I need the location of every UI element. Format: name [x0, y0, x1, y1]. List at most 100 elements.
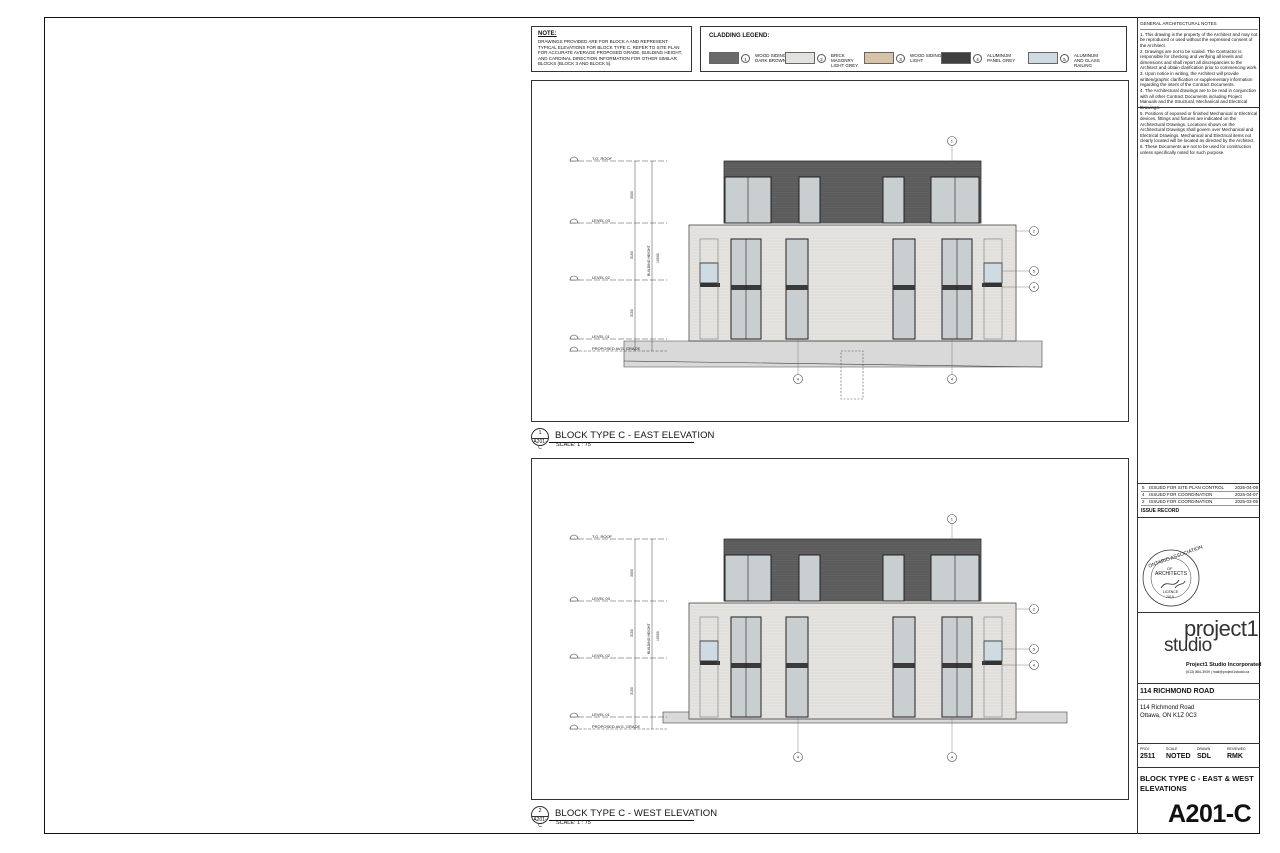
- cladding-tag-4: 4: [973, 54, 982, 63]
- firm-contact: (613) 884-3939 | mail@project1studio.ca: [1186, 670, 1250, 674]
- cladding-swatch-5: [1028, 52, 1058, 64]
- issue-record-title: ISSUE RECORD: [1141, 508, 1180, 514]
- scale-value: NOTED: [1166, 753, 1191, 760]
- view-1-title: BLOCK TYPE C - EAST ELEVATION: [555, 430, 715, 441]
- view-2-number: 2: [538, 808, 542, 814]
- stamp-org-bottom: ARCHITECTS: [1155, 571, 1187, 577]
- level-marker: [569, 218, 579, 224]
- issue-date: 2026-04-09: [1234, 485, 1258, 490]
- level-label: LEVEL 02: [592, 653, 611, 658]
- view-2-scale: SCALE: 1 : 75: [556, 820, 591, 826]
- note-box: NOTE: DRAWINGS PROVIDED ARE FOR BLOCK A …: [531, 26, 692, 72]
- level-marker: [569, 596, 579, 602]
- cladding-label-4: ALUMINUM PANEL GREY: [987, 53, 1016, 63]
- cladding-swatch-3: [864, 52, 894, 64]
- level-marker: [569, 712, 579, 718]
- dim-text: 3150: [630, 251, 634, 259]
- dim-text: 3000: [630, 191, 634, 199]
- grade-section: [623, 340, 1043, 368]
- general-note-item: 5. Positions of exposed or finished Mech…: [1140, 110, 1258, 144]
- drawn-value: SDL: [1197, 753, 1211, 760]
- cladding-tag-5: 5: [1060, 54, 1069, 63]
- view-2-title: BLOCK TYPE C - WEST ELEVATION: [555, 808, 718, 819]
- view-1-scale: SCALE: 1 : 75: [556, 442, 591, 448]
- general-notes: GENERAL ARCHITECTURAL NOTES 1. This draw…: [1140, 21, 1258, 156]
- stamp-rule: [1138, 612, 1260, 613]
- balcony-railing-left: [699, 262, 719, 284]
- view-2-bubble: 2 A201-C: [531, 806, 549, 829]
- drawn-label: DRAWN: [1197, 747, 1211, 751]
- general-note-item: 3. Upon notice in writing, the Architect…: [1140, 71, 1253, 87]
- balcony-railing-left: [699, 640, 719, 662]
- level-marker: [569, 346, 579, 352]
- general-note-item: 2. Drawings are not to be scaled. The Co…: [1140, 48, 1258, 71]
- cladding-tag-1: 1: [741, 54, 750, 63]
- cladding-legend: CLADDING LEGEND: 1 WOOD SIDING DARK BROWN…: [700, 26, 1127, 72]
- issue-number: 4: [1142, 492, 1145, 497]
- general-notes-rule: [1138, 107, 1260, 108]
- level-marker: [569, 334, 579, 340]
- view-1-number: 1: [538, 430, 542, 436]
- dim-text: BUILDING HEIGHT: [647, 244, 651, 276]
- architect-stamp: ONTARIO ASSOCIATION OF ARCHITECTS LICENC…: [1141, 544, 1204, 608]
- level-marker: [569, 724, 579, 730]
- dim-text: 3150: [630, 687, 634, 695]
- proj-label: PROJ: [1140, 747, 1150, 751]
- upper-window: [882, 176, 905, 224]
- reviewed-value: RMK: [1227, 753, 1243, 760]
- upper-window: [798, 554, 821, 602]
- note-title: NOTE:: [538, 31, 557, 37]
- dim-text: 10000: [656, 253, 660, 263]
- west-elevation-drawing: T.O. ROOF LEVEL 03 LEVEL 02 LEVEL 01 PROPOSE…: [569, 514, 1068, 762]
- meta-bottom-rule: [1138, 767, 1260, 768]
- level-label: LEVEL 01: [592, 334, 611, 339]
- issue-number: 5: [1142, 485, 1145, 490]
- issue-date: 2026-03-05: [1234, 499, 1258, 504]
- level-label: LEVEL 03: [592, 218, 611, 223]
- proj-value: 2511: [1140, 753, 1156, 760]
- project-title-rule: [1138, 699, 1260, 700]
- view-2-sheet-ref: A201-C: [533, 817, 547, 829]
- level-label: T.O. ROOF: [592, 156, 613, 161]
- cladding-label-5: ALUMINUM AND GLASS RAILING: [1074, 53, 1100, 68]
- window-spandrel: [786, 663, 808, 668]
- view-2-frame: T.O. ROOF LEVEL 03 LEVEL 02 LEVEL 01 PROPOSE…: [531, 458, 1129, 800]
- upper-window: [798, 176, 821, 224]
- dim-text: 10000: [656, 631, 660, 641]
- level-label: PROPOSED AVG. GRADE: [592, 346, 640, 351]
- project-title: 114 RICHMOND ROAD: [1140, 688, 1215, 695]
- upper-window: [882, 554, 905, 602]
- cladding-label-2: BRICK MASONRY LIGHT GREY: [831, 53, 859, 68]
- level-label: LEVEL 03: [592, 596, 611, 601]
- issue-row: 2 ISSUED FOR COORDINATION 2026-03-05: [1141, 498, 1259, 506]
- project-address-line2: Ottawa, ON K1Z 0C3: [1140, 713, 1197, 719]
- balcony-railing-right: [983, 262, 1003, 284]
- level-label: PROPOSED AVG. GRADE: [592, 724, 640, 729]
- level-marker: [569, 275, 579, 281]
- general-notes-list: 1. This drawing is the property of the A…: [1140, 28, 1258, 156]
- firm-logo-line2: studio: [1164, 635, 1212, 656]
- window-spandrel: [893, 285, 915, 290]
- cladding-swatch-1: [709, 52, 739, 64]
- issue-number: 2: [1142, 499, 1145, 504]
- project-address-line1: 114 Richmond Road: [1140, 705, 1195, 711]
- scale-label: SCALE: [1166, 747, 1178, 751]
- stamp-licence: LICENCE: [1163, 590, 1179, 594]
- cladding-swatch-4: [941, 52, 971, 64]
- balcony-slab-right: [982, 283, 1002, 287]
- sheet-number: A201-C: [1168, 800, 1252, 828]
- window-spandrel: [786, 285, 808, 290]
- cladding-tag-2: 2: [817, 54, 826, 63]
- general-notes-title: GENERAL ARCHITECTURAL NOTES: [1140, 21, 1217, 26]
- balcony-slab-left: [700, 661, 720, 665]
- stamp-number: 7010: [1166, 595, 1174, 599]
- dim-text: 3000: [630, 569, 634, 577]
- level-marker: [569, 534, 579, 540]
- cladding-label-1: WOOD SIDING DARK BROWN: [755, 53, 787, 63]
- firm-rule: [1138, 683, 1260, 684]
- issue-description: ISSUED FOR SITE PLAN CONTROL: [1149, 485, 1225, 490]
- window-spandrel: [893, 663, 915, 668]
- issue-date: 2026-04-07: [1234, 492, 1258, 497]
- general-note-item: 6. These Documents are not to be used fo…: [1140, 144, 1251, 155]
- firm-name: Project1 Studio Incorporated: [1186, 662, 1262, 668]
